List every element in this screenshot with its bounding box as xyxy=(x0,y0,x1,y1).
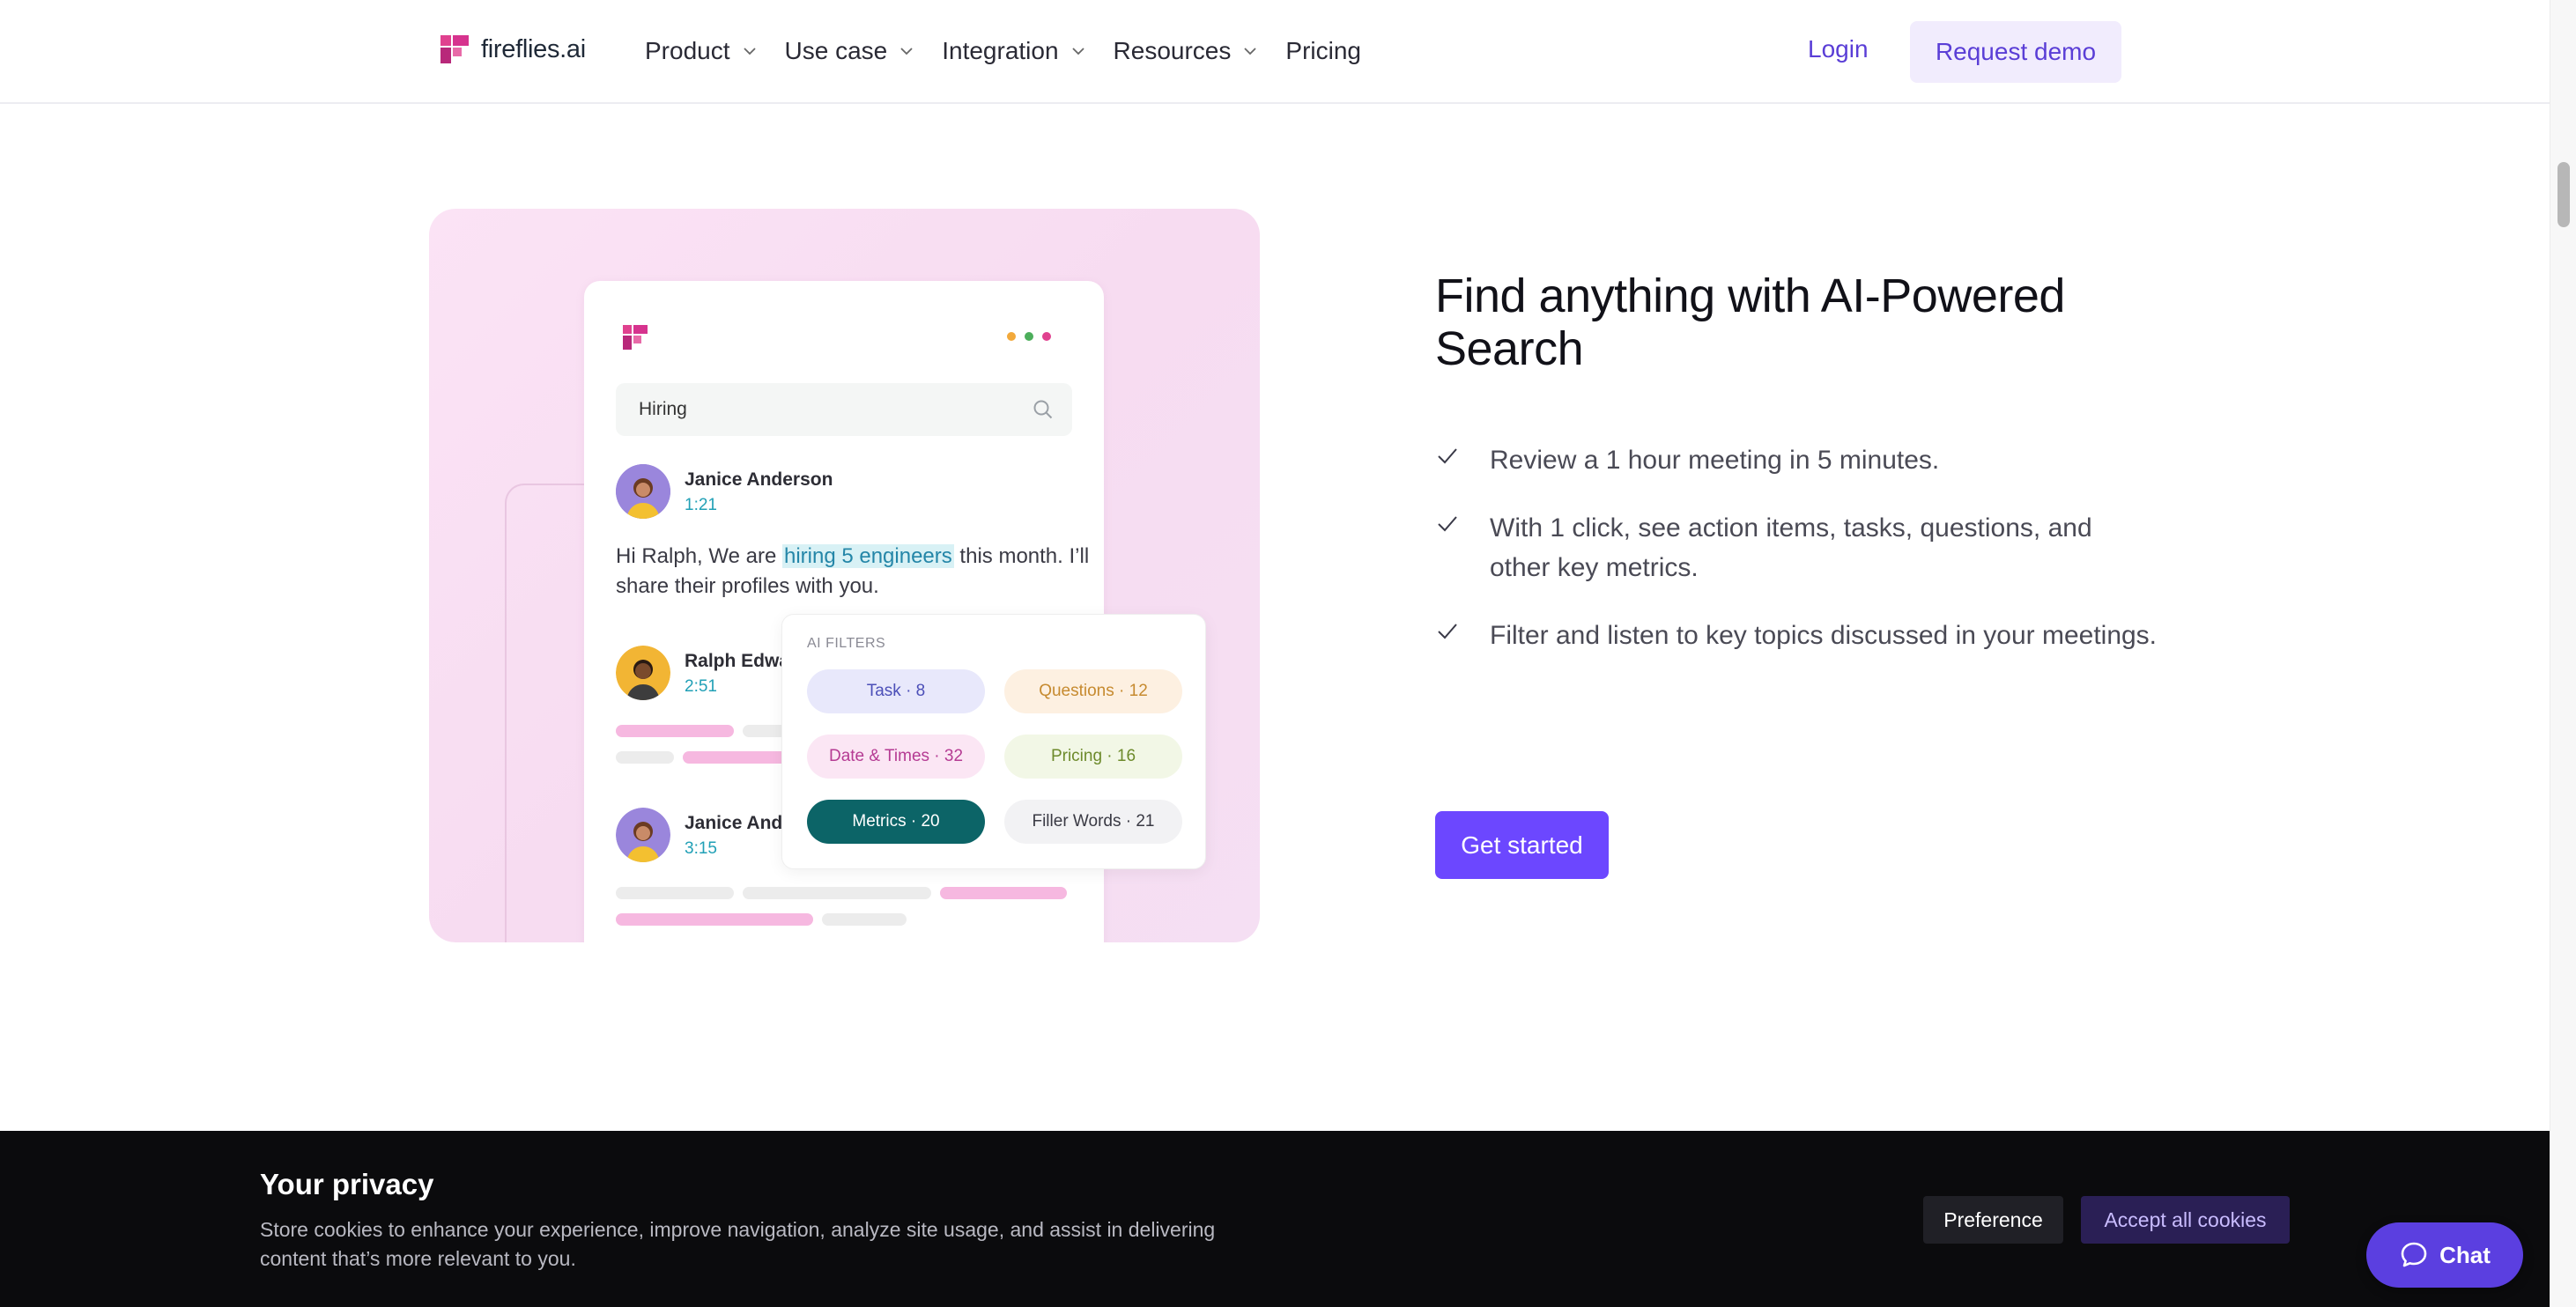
placeholder-line xyxy=(616,751,674,764)
dot-green xyxy=(1025,332,1033,341)
filter-chip-filler-words: Filler Words · 21 xyxy=(1004,800,1182,844)
checkmark-icon xyxy=(1438,516,1457,532)
ai-filters-panel: AI FILTERS Task · 8 Questions · 12 Date … xyxy=(781,614,1206,869)
avatar-woman-icon xyxy=(616,464,670,519)
nav-use-case-label: Use case xyxy=(784,37,888,64)
nav-product-label: Product xyxy=(645,37,730,64)
feature-item: With 1 click, see action items, tasks, q… xyxy=(1435,508,2158,587)
accept-cookies-button[interactable]: Accept all cookies xyxy=(2081,1196,2290,1244)
search-illustration: Hiring Janice Anderson 1:21 Hi Ralph, We… xyxy=(429,209,1260,942)
avatar xyxy=(616,808,670,862)
site-header: fireflies.ai Product Use case Integratio… xyxy=(0,0,2550,104)
preference-button[interactable]: Preference xyxy=(1923,1196,2063,1244)
feature-item: Review a 1 hour meeting in 5 minutes. xyxy=(1435,440,2158,480)
page-scrollbar[interactable] xyxy=(2550,0,2576,1307)
filter-chip-metrics: Metrics · 20 xyxy=(807,800,985,844)
timestamp: 2:51 xyxy=(685,677,717,696)
author-name: Janice Anderson xyxy=(685,469,833,490)
placeholder-line xyxy=(743,887,931,899)
chat-label: Chat xyxy=(2439,1241,2491,1268)
timestamp: 1:21 xyxy=(685,496,717,514)
brand-logo[interactable]: fireflies.ai xyxy=(439,33,586,65)
nav-integration[interactable]: Integration xyxy=(942,33,1086,69)
placeholder-line xyxy=(940,887,1067,899)
checkmark-icon xyxy=(1438,624,1457,639)
get-started-button[interactable]: Get started xyxy=(1435,811,1609,879)
avatar-man-icon xyxy=(616,646,670,700)
window-dots xyxy=(1007,332,1051,341)
feature-text: Filter and listen to key topics discusse… xyxy=(1490,621,2158,650)
cookie-title: Your privacy xyxy=(260,1168,434,1200)
search-query: Hiring xyxy=(639,399,687,419)
nav-pricing-label: Pricing xyxy=(1285,37,1361,64)
chevron-down-icon xyxy=(900,48,913,55)
message-author-3: Janice And 3:15 xyxy=(616,808,782,862)
chevron-down-icon xyxy=(1071,48,1084,55)
chevron-down-icon xyxy=(743,48,756,55)
placeholder-line xyxy=(743,725,787,737)
login-link[interactable]: Login xyxy=(1808,35,1869,63)
message-text: Hi Ralph, We are hiring 5 engineers this… xyxy=(616,542,1092,602)
dot-orange xyxy=(1007,332,1016,341)
message-author-1: Janice Anderson 1:21 xyxy=(616,464,833,519)
fireflies-logo-icon xyxy=(440,35,469,63)
feature-list: Review a 1 hour meeting in 5 minutes. Wi… xyxy=(1435,440,2158,683)
placeholder-line xyxy=(683,751,788,764)
nav-integration-label: Integration xyxy=(942,37,1059,64)
chat-button[interactable]: Chat xyxy=(2366,1222,2523,1288)
filter-chip-date-times: Date & Times · 32 xyxy=(807,735,985,779)
fireflies-logo-icon xyxy=(623,325,648,350)
nav-use-case[interactable]: Use case xyxy=(785,33,916,69)
filter-chip-task: Task · 8 xyxy=(807,669,985,713)
author-name: Ralph Edwa xyxy=(685,651,790,671)
search-icon xyxy=(1033,400,1053,419)
avatar-woman-icon xyxy=(616,808,670,862)
nav-resources[interactable]: Resources xyxy=(1114,33,1260,69)
feature-text: With 1 click, see action items, tasks, q… xyxy=(1490,513,2092,582)
message-highlight: hiring 5 engineers xyxy=(781,544,954,568)
chat-bubble-icon xyxy=(2401,1242,2427,1267)
scrollbar-thumb[interactable] xyxy=(2557,162,2570,227)
nav-pricing[interactable]: Pricing xyxy=(1285,33,1361,69)
message-author-2: Ralph Edwa 2:51 xyxy=(616,646,789,700)
request-demo-button[interactable]: Request demo xyxy=(1910,21,2121,83)
dot-pink xyxy=(1042,332,1051,341)
avatar xyxy=(616,464,670,519)
feature-text: Review a 1 hour meeting in 5 minutes. xyxy=(1490,446,1940,475)
checkmark-icon xyxy=(1438,448,1457,464)
illustration-search-box: Hiring xyxy=(616,383,1072,436)
placeholder-line xyxy=(616,887,734,899)
avatar xyxy=(616,646,670,700)
feature-item: Filter and listen to key topics discusse… xyxy=(1435,616,2158,655)
cookie-banner: Your privacy Store cookies to enhance yo… xyxy=(0,1131,2550,1307)
main-nav: Product Use case Integration Resources P… xyxy=(645,33,1388,69)
nav-resources-label: Resources xyxy=(1113,37,1232,64)
chevron-down-icon xyxy=(1244,48,1257,55)
message-before: Hi Ralph, We are xyxy=(616,544,782,568)
filter-chip-pricing: Pricing · 16 xyxy=(1004,735,1182,779)
cookie-description: Store cookies to enhance your experience… xyxy=(260,1218,1216,1270)
filter-chip-questions: Questions · 12 xyxy=(1004,669,1182,713)
author-name: Janice And xyxy=(685,813,783,833)
brand-name: fireflies.ai xyxy=(481,34,586,63)
ai-filters-title: AI FILTERS xyxy=(807,636,886,651)
placeholder-line xyxy=(616,913,813,926)
nav-product[interactable]: Product xyxy=(645,33,759,69)
placeholder-line xyxy=(616,725,734,737)
section-heading: Find anything with AI-Powered Search xyxy=(1435,270,2065,375)
timestamp: 3:15 xyxy=(685,839,717,858)
placeholder-line xyxy=(822,913,907,926)
